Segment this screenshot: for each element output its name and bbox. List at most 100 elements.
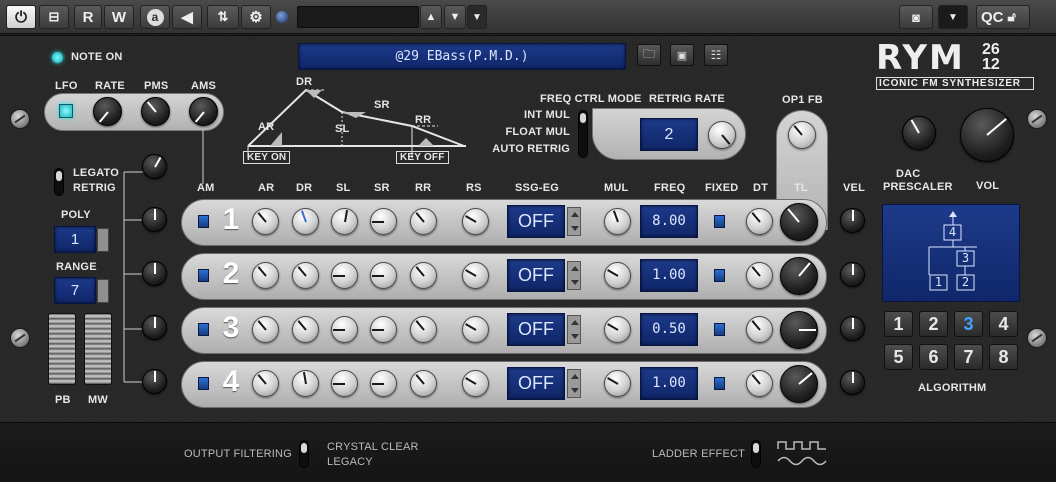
poly-display[interactable]: 1	[54, 226, 96, 253]
power-button[interactable]: ⏻	[6, 5, 36, 29]
op-sl-knob[interactable]	[331, 316, 358, 343]
op-ssg-eg-display[interactable]: OFF	[507, 205, 565, 238]
legato-retrig-switch[interactable]	[54, 168, 64, 196]
pitch-bend-wheel[interactable]	[48, 313, 76, 385]
op-sr-knob[interactable]	[370, 316, 397, 343]
algorithm-button-2[interactable]: 2	[919, 311, 948, 337]
op-ssg-eg-stepper[interactable]	[567, 207, 581, 236]
op-fixed-button[interactable]	[714, 323, 725, 336]
op-ssg-eg-display[interactable]: OFF	[507, 367, 565, 400]
op-am-sens-knob[interactable]	[142, 369, 167, 394]
op-ssg-eg-stepper[interactable]	[567, 369, 581, 398]
op-dt-knob[interactable]	[746, 316, 773, 343]
op-vel-knob[interactable]	[840, 316, 865, 341]
op-fixed-button[interactable]	[714, 269, 725, 282]
op-ar-knob[interactable]	[252, 316, 279, 343]
op-vel-knob[interactable]	[840, 208, 865, 233]
op-sr-knob[interactable]	[370, 370, 397, 397]
routing-button[interactable]: ⇅	[207, 5, 239, 29]
op-freq-display[interactable]: 0.50	[640, 313, 698, 346]
lfo-rate-knob[interactable]	[93, 97, 122, 126]
bypass-button[interactable]: ⊟	[39, 5, 69, 29]
op-sr-knob[interactable]	[370, 262, 397, 289]
op-ar-knob[interactable]	[252, 208, 279, 235]
op-ssg-eg-stepper[interactable]	[567, 315, 581, 344]
write-automation-button[interactable]: W	[104, 5, 134, 29]
lfo-pms-knob[interactable]	[141, 97, 170, 126]
range-stepper[interactable]	[97, 279, 109, 303]
algorithm-button-6[interactable]: 6	[919, 344, 948, 370]
op-ar-knob[interactable]	[252, 262, 279, 289]
op-mul-knob[interactable]	[604, 370, 631, 397]
dac-prescaler-knob[interactable]	[902, 116, 936, 150]
op-rs-knob[interactable]	[462, 262, 489, 289]
op-freq-display[interactable]: 8.00	[640, 205, 698, 238]
ladder-effect-switch[interactable]	[751, 440, 761, 468]
preset-prev-button[interactable]: ▲	[420, 5, 442, 29]
op-ssg-eg-display[interactable]: OFF	[507, 259, 565, 292]
lfo-enable-button[interactable]	[59, 104, 73, 118]
op-mul-knob[interactable]	[604, 262, 631, 289]
op-tl-knob[interactable]	[780, 203, 818, 241]
output-filtering-switch[interactable]	[299, 440, 309, 468]
op-sr-knob[interactable]	[370, 208, 397, 235]
preset-next-button[interactable]: ▼	[444, 5, 466, 29]
op-freq-display[interactable]: 1.00	[640, 259, 698, 292]
op-tl-knob[interactable]	[780, 311, 818, 349]
preset-dropdown-button[interactable]: ▼	[467, 5, 487, 29]
op-sl-knob[interactable]	[331, 262, 358, 289]
op-dt-knob[interactable]	[746, 262, 773, 289]
quick-controls-button[interactable]: QC 🔓︎	[976, 5, 1030, 29]
retrig-rate-display[interactable]: 2	[640, 118, 698, 151]
op-dt-knob[interactable]	[746, 208, 773, 235]
save-preset-button[interactable]: ▣	[670, 44, 694, 66]
algorithm-button-4[interactable]: 4	[989, 311, 1018, 337]
op-rr-knob[interactable]	[410, 262, 437, 289]
op-am-sens-knob[interactable]	[142, 261, 167, 286]
op-rr-knob[interactable]	[410, 316, 437, 343]
op-fixed-button[interactable]	[714, 215, 725, 228]
op-dr-knob[interactable]	[292, 208, 319, 235]
op-freq-display[interactable]: 1.00	[640, 367, 698, 400]
op-rs-knob[interactable]	[462, 316, 489, 343]
preset-name-display[interactable]: @29 EBass(P.M.D.)	[298, 43, 626, 70]
poly-stepper[interactable]	[97, 228, 109, 252]
am-depth-knob[interactable]	[142, 154, 167, 179]
retrig-rate-knob[interactable]	[708, 121, 736, 149]
algorithm-button-5[interactable]: 5	[884, 344, 913, 370]
algorithm-button-7[interactable]: 7	[954, 344, 983, 370]
algorithm-button-1[interactable]: 1	[884, 311, 913, 337]
op-vel-knob[interactable]	[840, 262, 865, 287]
op-rr-knob[interactable]	[410, 208, 437, 235]
op-dr-knob[interactable]	[292, 262, 319, 289]
volume-knob[interactable]	[960, 108, 1014, 162]
op-rs-knob[interactable]	[462, 370, 489, 397]
op-ssg-eg-stepper[interactable]	[567, 261, 581, 290]
freq-ctrl-mode-switch[interactable]	[578, 110, 588, 158]
snapshot-button[interactable]: ◙	[899, 5, 933, 29]
op-ar-knob[interactable]	[252, 370, 279, 397]
algorithm-button-3[interactable]: 3	[954, 311, 983, 337]
op-dt-knob[interactable]	[746, 370, 773, 397]
op-vel-knob[interactable]	[840, 370, 865, 395]
op-sl-knob[interactable]	[331, 370, 358, 397]
op-sl-knob[interactable]	[331, 208, 358, 235]
mod-wheel[interactable]	[84, 313, 112, 385]
op-am-sens-knob[interactable]	[142, 207, 167, 232]
op-mul-knob[interactable]	[604, 208, 631, 235]
op-dr-knob[interactable]	[292, 370, 319, 397]
auto-button[interactable]: a	[140, 5, 170, 29]
op-tl-knob[interactable]	[780, 365, 818, 403]
op-tl-knob[interactable]	[780, 257, 818, 295]
op-am-enable-button[interactable]	[198, 323, 209, 336]
op-rs-knob[interactable]	[462, 208, 489, 235]
op-am-sens-knob[interactable]	[142, 315, 167, 340]
back-button[interactable]: ◀	[172, 5, 202, 29]
op1-fb-knob[interactable]	[788, 121, 816, 149]
op-am-enable-button[interactable]	[198, 269, 209, 282]
op-am-enable-button[interactable]	[198, 215, 209, 228]
range-display[interactable]: 7	[54, 277, 96, 304]
op-rr-knob[interactable]	[410, 370, 437, 397]
lfo-ams-knob[interactable]	[189, 97, 218, 126]
read-automation-button[interactable]: R	[74, 5, 102, 29]
